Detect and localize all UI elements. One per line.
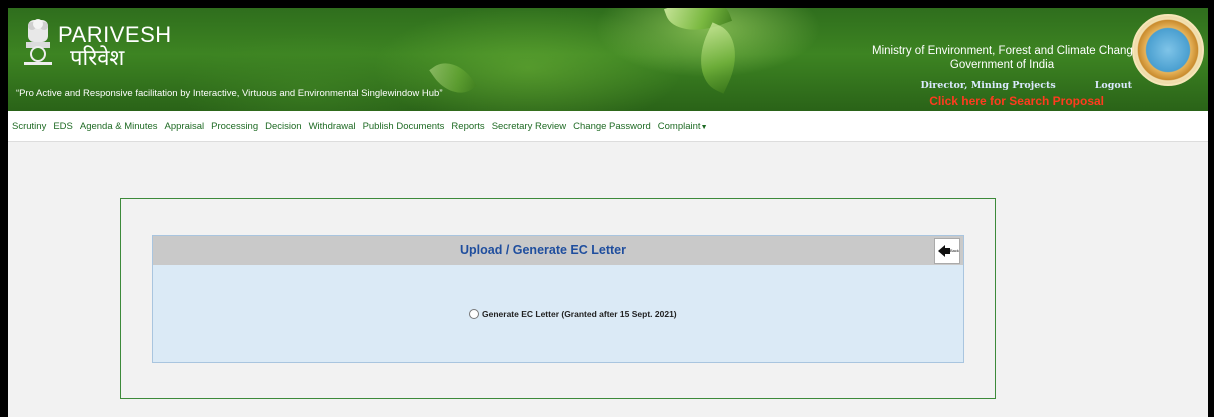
nav-item-complaint-label: Complaint <box>657 120 701 132</box>
logo-title-hi: परिवेश <box>70 45 125 70</box>
nav-item-change-password[interactable]: Change Password <box>573 121 651 132</box>
nav-item-scrutiny[interactable]: Scrutiny <box>12 121 46 132</box>
ec-letter-panel: Upload / Generate EC Letter Back Generat… <box>152 235 964 363</box>
nav-item-publish-documents[interactable]: Publish Documents <box>363 121 445 132</box>
generate-ec-radio[interactable] <box>469 309 479 319</box>
main-nav: Scrutiny EDS Agenda & Minutes Appraisal … <box>8 111 1208 142</box>
ministry-block: Ministry of Environment, Forest and Clim… <box>872 44 1140 72</box>
page-frame: PARIVESH परिवेश “Pro Active and Responsi… <box>8 8 1208 417</box>
nav-item-decision[interactable]: Decision <box>265 121 301 132</box>
nav-item-eds[interactable]: EDS <box>53 121 73 132</box>
logo-title-en: PARIVESH <box>58 22 172 47</box>
back-button[interactable]: Back <box>934 238 960 264</box>
nav-item-complaint-dropdown[interactable]: Complaint▼ <box>658 121 708 132</box>
search-proposal-link[interactable]: Click here for Search Proposal <box>929 94 1104 108</box>
caret-down-icon: ▼ <box>700 123 708 131</box>
national-emblem-icon <box>24 19 52 65</box>
panel-title: Upload / Generate EC Letter <box>459 243 626 257</box>
panel-header: Upload / Generate EC Letter Back <box>153 236 963 265</box>
government-name: Government of India <box>949 59 1055 71</box>
parivesh-logo[interactable]: PARIVESH परिवेश <box>58 24 172 70</box>
nav-item-processing[interactable]: Processing <box>211 121 258 132</box>
generate-ec-option[interactable]: Generate EC Letter (Granted after 15 Sep… <box>469 309 677 319</box>
leaf-decoration <box>687 22 749 94</box>
generate-ec-label[interactable]: Generate EC Letter (Granted after 15 Sep… <box>482 309 677 319</box>
nav-item-withdrawal[interactable]: Withdrawal <box>309 121 356 132</box>
back-label: Back <box>950 248 959 253</box>
nav-item-secretary-review[interactable]: Secretary Review <box>492 121 566 132</box>
nav-item-appraisal[interactable]: Appraisal <box>165 121 205 132</box>
moef-logo-icon <box>1132 14 1204 86</box>
ministry-name: Ministry of Environment, Forest and Clim… <box>872 45 1140 57</box>
user-row: Director, Mining Projects Logout <box>920 79 1132 91</box>
nav-item-reports[interactable]: Reports <box>451 121 484 132</box>
tagline: “Pro Active and Responsive facilitation … <box>16 88 443 99</box>
user-role: Director, Mining Projects <box>920 80 1056 91</box>
site-header: PARIVESH परिवेश “Pro Active and Responsi… <box>8 8 1208 111</box>
nav-item-agenda-minutes[interactable]: Agenda & Minutes <box>80 121 158 132</box>
logout-link[interactable]: Logout <box>1095 80 1132 91</box>
